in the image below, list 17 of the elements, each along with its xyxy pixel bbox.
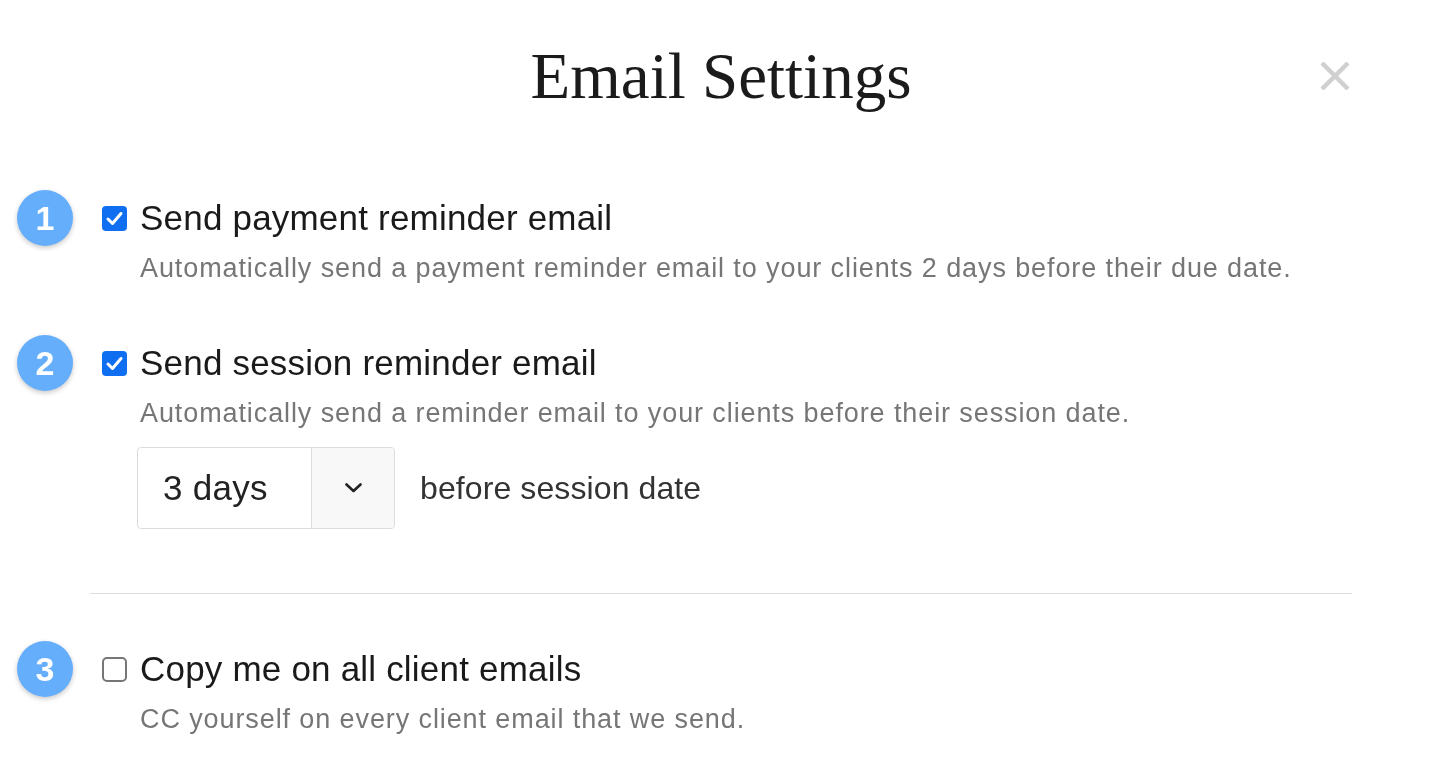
step-number-badge: 1 bbox=[17, 190, 73, 246]
checkbox[interactable] bbox=[102, 350, 127, 376]
days-select[interactable]: 3 days bbox=[137, 447, 395, 529]
checkbox[interactable] bbox=[102, 205, 127, 231]
setting-label: Send session reminder email bbox=[140, 342, 597, 384]
timing-suffix-text: before session date bbox=[420, 469, 702, 507]
step-number-badge: 2 bbox=[17, 335, 73, 391]
setting-label: Send payment reminder email bbox=[140, 197, 613, 239]
setting-label: Copy me on all client emails bbox=[140, 648, 582, 690]
step-number-badge: 3 bbox=[17, 641, 73, 697]
close-icon bbox=[1320, 62, 1350, 90]
setting-description: Automatically send a payment reminder email to your clients 2 days before their due date. bbox=[140, 252, 1292, 285]
dialog-title: Email Settings bbox=[530, 40, 912, 112]
checkbox[interactable] bbox=[102, 656, 127, 682]
setting-description: Automatically send a reminder email to your clients before their session date. bbox=[140, 397, 1131, 430]
chevron-down-icon bbox=[344, 483, 362, 493]
setting-description: CC yourself on every client email that we send. bbox=[140, 703, 746, 736]
